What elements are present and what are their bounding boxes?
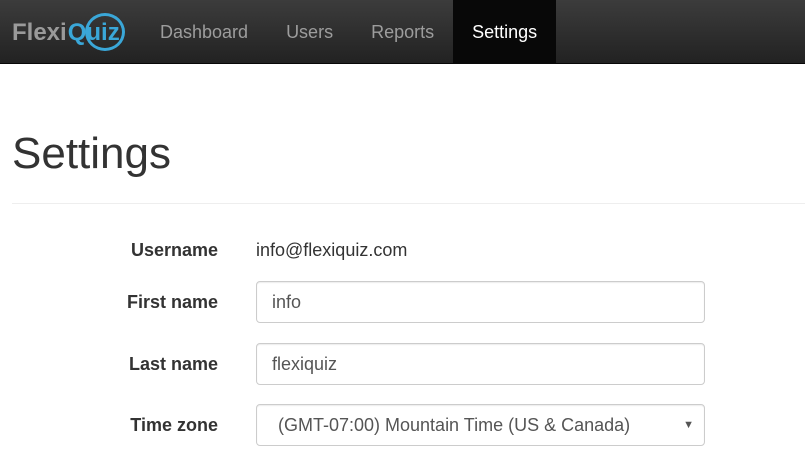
top-navbar: Flexi Quiz Dashboard Users Reports Setti… — [0, 0, 805, 64]
first-name-label: First name — [126, 291, 218, 312]
flexiquiz-logo[interactable]: Flexi Quiz — [12, 13, 125, 52]
last-name-row: Last name — [0, 343, 805, 385]
time-zone-selected-value: (GMT-07:00) Mountain Time (US & Canada) — [278, 414, 631, 435]
last-name-label: Last name — [128, 353, 218, 374]
username-label: Username — [130, 239, 218, 260]
title-divider — [12, 203, 805, 204]
nav-menu: Dashboard Users Reports Settings — [141, 0, 557, 64]
logo-text-quiz: Quiz — [67, 19, 120, 46]
nav-item-settings[interactable]: Settings — [453, 0, 557, 64]
logo-quiz-mark: Quiz — [67, 13, 125, 51]
logo-text-flexi: Flexi — [12, 19, 67, 46]
last-name-input[interactable] — [256, 343, 705, 385]
first-name-input[interactable] — [256, 281, 705, 323]
username-row: Username info@flexiquiz.com — [0, 229, 805, 271]
username-value: info@flexiquiz.com — [256, 239, 408, 260]
caret-down-icon: ▼ — [683, 419, 694, 431]
time-zone-label: Time zone — [130, 414, 218, 435]
nav-item-dashboard[interactable]: Dashboard — [141, 0, 267, 64]
nav-item-reports[interactable]: Reports — [352, 0, 453, 64]
nav-item-users[interactable]: Users — [267, 0, 352, 64]
first-name-row: First name — [0, 281, 805, 323]
time-zone-row: Time zone (GMT-07:00) Mountain Time (US … — [0, 404, 805, 446]
page-title: Settings — [12, 129, 171, 178]
time-zone-select[interactable]: (GMT-07:00) Mountain Time (US & Canada) … — [256, 404, 705, 446]
